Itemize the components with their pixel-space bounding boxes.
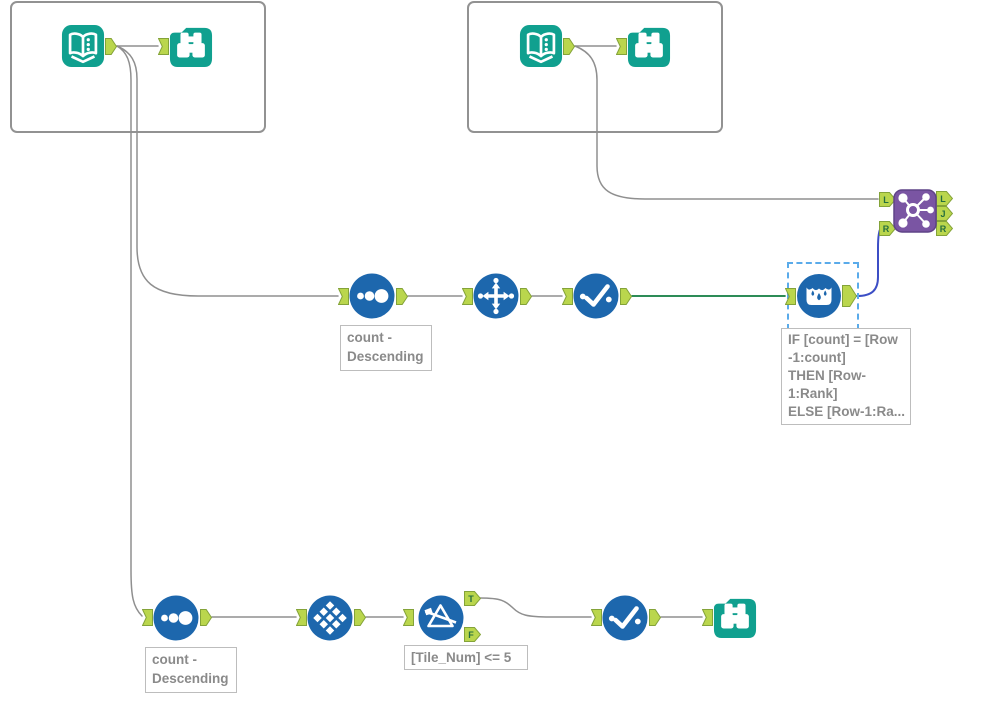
binoculars-icon bbox=[713, 598, 757, 639]
join-output-anchor-J[interactable]: J bbox=[936, 206, 954, 221]
three-dots-icon bbox=[153, 595, 199, 641]
input-anchor[interactable] bbox=[157, 38, 169, 55]
join-output-anchor-L[interactable]: L bbox=[936, 191, 954, 206]
input-anchor[interactable] bbox=[701, 609, 713, 626]
checkmark-dots-icon bbox=[573, 273, 619, 319]
annotation-line: 1:Rank] bbox=[788, 386, 838, 401]
input-anchor[interactable] bbox=[295, 609, 307, 626]
wire-filterT-unique2[interactable] bbox=[479, 597, 592, 618]
unique-tool-1[interactable] bbox=[573, 273, 619, 319]
output-anchor[interactable] bbox=[520, 288, 533, 305]
input-anchor[interactable] bbox=[590, 609, 602, 626]
input-data-tool-1[interactable] bbox=[61, 24, 105, 68]
annotation-line: count - bbox=[347, 330, 392, 345]
checkmark-dots-icon bbox=[602, 595, 648, 641]
output-anchor[interactable] bbox=[649, 609, 662, 626]
svg-text:L: L bbox=[940, 194, 946, 204]
input-anchor[interactable] bbox=[402, 609, 414, 626]
browse-tool-3[interactable] bbox=[713, 595, 757, 639]
annotation-sort-1[interactable]: count - Descending bbox=[340, 325, 432, 371]
svg-text:T: T bbox=[468, 594, 474, 604]
input-anchor[interactable] bbox=[561, 288, 573, 305]
join-tool[interactable] bbox=[893, 189, 937, 233]
annotation-line: Descending bbox=[347, 349, 424, 364]
binoculars-icon bbox=[169, 27, 213, 68]
svg-text:R: R bbox=[883, 224, 890, 234]
annotation-line: ELSE [Row-1:Ra... bbox=[788, 404, 906, 419]
input-anchor[interactable] bbox=[784, 288, 796, 305]
diamond-mosaic-icon bbox=[307, 595, 353, 641]
svg-text:J: J bbox=[940, 209, 945, 219]
wire-input1-sort1[interactable] bbox=[116, 45, 339, 297]
filter-output-anchor-F[interactable]: F bbox=[464, 627, 482, 642]
annotation-line: Descending bbox=[152, 671, 229, 686]
wire-input1-sort2[interactable] bbox=[116, 45, 143, 617]
sort-tool-2[interactable] bbox=[153, 595, 199, 641]
input-anchor[interactable] bbox=[337, 288, 349, 305]
workflow-canvas[interactable]: L R L J R T F count - Descending count -… bbox=[0, 0, 999, 714]
tile-tool[interactable] bbox=[307, 595, 353, 641]
output-anchor[interactable] bbox=[200, 609, 213, 626]
open-book-icon bbox=[519, 24, 563, 68]
wire-mrf-join-R[interactable] bbox=[856, 227, 882, 297]
node-network-icon bbox=[893, 189, 937, 233]
arrange-tool[interactable] bbox=[473, 273, 519, 319]
binoculars-icon bbox=[627, 27, 671, 68]
annotation-multi-row-formula[interactable]: IF [count] = [Row -1:count] THEN [Row- 1… bbox=[781, 328, 911, 425]
output-anchor[interactable] bbox=[396, 288, 409, 305]
annotation-filter[interactable]: [Tile_Num] <= 5 bbox=[404, 645, 528, 670]
three-dots-icon bbox=[349, 273, 395, 319]
crown-droplets-icon bbox=[797, 274, 841, 318]
input-anchor[interactable] bbox=[461, 288, 473, 305]
svg-text:F: F bbox=[468, 630, 474, 640]
multi-row-formula-tool[interactable] bbox=[797, 274, 841, 318]
wire-input2-join-L[interactable] bbox=[574, 45, 879, 200]
svg-text:L: L bbox=[883, 195, 889, 205]
output-anchor[interactable] bbox=[842, 285, 858, 307]
output-anchor[interactable] bbox=[620, 288, 633, 305]
annotation-line: [Tile_Num] <= 5 bbox=[411, 650, 512, 665]
join-output-anchor-R[interactable]: R bbox=[936, 221, 954, 236]
browse-tool-2[interactable] bbox=[627, 24, 671, 68]
annotation-line: count - bbox=[152, 652, 197, 667]
annotation-line: IF [count] = [Row bbox=[788, 332, 898, 347]
funnel-icon bbox=[418, 595, 464, 641]
input-anchor[interactable] bbox=[141, 609, 153, 626]
svg-text:R: R bbox=[940, 224, 947, 234]
output-anchor[interactable] bbox=[563, 38, 576, 55]
annotation-sort-2[interactable]: count - Descending bbox=[145, 647, 237, 693]
output-anchor[interactable] bbox=[354, 609, 367, 626]
annotation-line: THEN [Row- bbox=[788, 368, 866, 383]
open-book-icon bbox=[61, 24, 105, 68]
sort-tool-1[interactable] bbox=[349, 273, 395, 319]
input-anchor[interactable] bbox=[615, 38, 627, 55]
output-anchor[interactable] bbox=[105, 38, 118, 55]
browse-tool-1[interactable] bbox=[169, 24, 213, 68]
filter-tool[interactable] bbox=[418, 595, 464, 641]
four-way-arrows-icon bbox=[473, 273, 519, 319]
unique-tool-2[interactable] bbox=[602, 595, 648, 641]
annotation-line: -1:count] bbox=[788, 350, 846, 365]
filter-output-anchor-T[interactable]: T bbox=[464, 591, 482, 606]
input-data-tool-2[interactable] bbox=[519, 24, 563, 68]
